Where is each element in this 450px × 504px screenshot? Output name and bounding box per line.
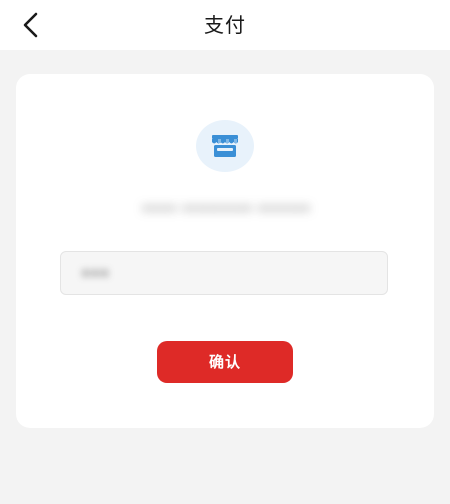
amount-value: •••	[81, 263, 110, 283]
merchant-name: •••• •••••••• ••••••	[141, 200, 311, 218]
merchant-avatar	[196, 120, 254, 172]
header-bar: 支付	[0, 0, 450, 50]
amount-input[interactable]: •••	[60, 251, 388, 295]
store-icon	[212, 135, 238, 157]
confirm-button[interactable]: 确认	[157, 341, 293, 383]
payment-card: •••• •••••••• •••••• ••• 确认	[16, 74, 434, 428]
page-title: 支付	[204, 13, 246, 37]
